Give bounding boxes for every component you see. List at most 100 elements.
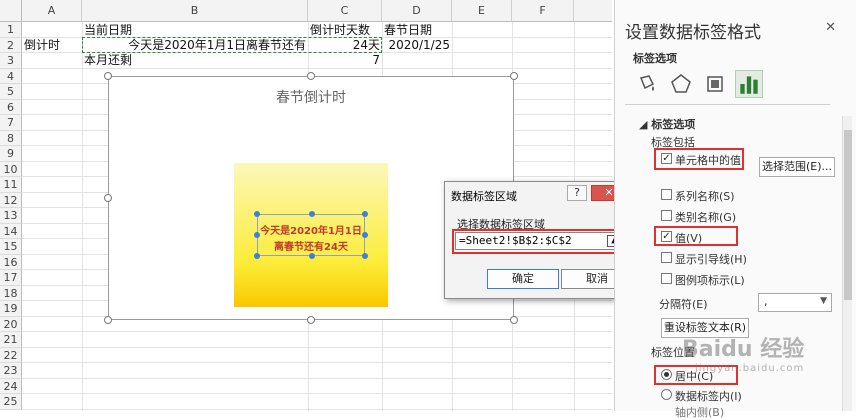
- column-header-c[interactable]: C: [308, 0, 382, 22]
- copy-selection-marquee: [82, 37, 382, 53]
- row-header[interactable]: 1: [0, 22, 22, 38]
- column-header-d[interactable]: D: [382, 0, 452, 22]
- range-input[interactable]: =Sheet2!$B$2:$C$2 ▲: [455, 232, 625, 250]
- row-header[interactable]: 15: [0, 239, 22, 255]
- value-checkbox[interactable]: ✓: [661, 231, 672, 242]
- bar-chart-icon: [740, 76, 758, 94]
- label-options-tab[interactable]: [735, 70, 763, 98]
- chart-resize-handle[interactable]: [307, 316, 315, 324]
- chart-resize-handle[interactable]: [510, 72, 518, 80]
- value-from-cells-checkbox[interactable]: ✓: [661, 153, 672, 164]
- help-icon[interactable]: ?: [567, 185, 587, 201]
- label-handle[interactable]: [309, 211, 315, 217]
- chart-title[interactable]: 春节倒计时: [109, 87, 513, 107]
- row-header[interactable]: 11: [0, 177, 22, 193]
- label-contains-heading: 标签包括: [651, 136, 695, 149]
- row-header[interactable]: 16: [0, 254, 22, 271]
- data-label-line-2: 离春节还有24天: [274, 242, 348, 253]
- cell-a2[interactable]: 倒计时: [24, 38, 60, 53]
- label-handle[interactable]: [362, 253, 368, 259]
- row-header[interactable]: 17: [0, 270, 22, 286]
- row-header[interactable]: 19: [0, 301, 22, 317]
- row-header[interactable]: 21: [0, 332, 22, 348]
- category-name-label: 类别名称(G): [675, 211, 737, 224]
- row-header[interactable]: 2: [0, 37, 22, 54]
- size-properties-icon[interactable]: [703, 72, 727, 96]
- series-name-checkbox[interactable]: [661, 189, 672, 200]
- data-label-line-1: 今天是2020年1月1日: [260, 226, 362, 237]
- label-handle[interactable]: [254, 232, 260, 238]
- cell-d2[interactable]: 2020/1/25: [384, 38, 450, 53]
- row-header[interactable]: 23: [0, 363, 22, 379]
- column-header-g[interactable]: [574, 0, 612, 22]
- pane-close-icon[interactable]: ✕: [825, 20, 836, 35]
- position-center-radio[interactable]: [661, 369, 672, 380]
- leader-lines-checkbox[interactable]: [661, 252, 672, 263]
- legend-key-label: 图例项标示(L): [675, 274, 745, 287]
- category-name-checkbox[interactable]: [661, 210, 672, 221]
- position-inside-base-label: 轴内侧(B): [675, 406, 725, 419]
- column-header-a[interactable]: A: [22, 0, 82, 22]
- row-header[interactable]: 13: [0, 208, 22, 224]
- section-label-options[interactable]: ◢ 标签选项: [639, 116, 695, 132]
- row-header[interactable]: 18: [0, 285, 22, 302]
- label-handle[interactable]: [362, 232, 368, 238]
- legend-key-checkbox[interactable]: [661, 273, 672, 284]
- range-prompt: 选择数据标签区域: [457, 218, 545, 231]
- row-header[interactable]: 24: [0, 378, 22, 395]
- separator-select[interactable]: , ▼: [758, 293, 832, 312]
- row-header[interactable]: 20: [0, 316, 22, 333]
- chart-resize-handle[interactable]: [104, 316, 112, 324]
- label-handle[interactable]: [254, 253, 260, 259]
- row-header[interactable]: 9: [0, 146, 22, 162]
- ok-button[interactable]: 确定: [487, 269, 559, 289]
- chart-resize-handle[interactable]: [104, 72, 112, 80]
- chevron-down-icon: ▼: [820, 296, 827, 306]
- column-header-f[interactable]: F: [512, 0, 574, 22]
- label-handle[interactable]: [309, 253, 315, 259]
- leader-lines-label: 显示引导线(H): [675, 253, 747, 266]
- range-input-value: =Sheet2!$B$2:$C$2: [459, 234, 572, 247]
- cell-b3[interactable]: 本月还剩: [84, 53, 132, 68]
- series-name-label: 系列名称(S): [675, 190, 735, 203]
- value-from-cells-label: 单元格中的值: [675, 154, 741, 167]
- cell-c3[interactable]: 7: [310, 53, 380, 68]
- row-header[interactable]: 25: [0, 394, 22, 410]
- row-header[interactable]: 3: [0, 53, 22, 69]
- effects-icon[interactable]: [669, 72, 693, 96]
- row-header[interactable]: 6: [0, 99, 22, 116]
- separator-label: 分隔符(E): [659, 298, 708, 311]
- separator-value: ,: [764, 295, 768, 308]
- pane-subtitle[interactable]: 标签选项: [633, 50, 677, 66]
- row-header[interactable]: 8: [0, 130, 22, 147]
- column-header-b[interactable]: B: [82, 0, 308, 22]
- cell-b1[interactable]: 当前日期: [84, 23, 132, 38]
- data-label[interactable]: 今天是2020年1月1日 离春节还有24天: [254, 211, 368, 259]
- row-header[interactable]: 4: [0, 68, 22, 85]
- pane-title: 设置数据标签格式: [625, 23, 761, 43]
- cell-c1[interactable]: 倒计时天数: [310, 23, 370, 38]
- select-all-corner[interactable]: [0, 0, 22, 22]
- position-inside-end-radio[interactable]: [661, 389, 672, 400]
- column-header-e[interactable]: E: [452, 0, 512, 22]
- baidu-watermark: Baidu 经验 jingyan.baidu.com: [682, 337, 805, 374]
- label-handle[interactable]: [254, 211, 260, 217]
- pane-scrollbar[interactable]: [842, 116, 852, 411]
- scroll-thumb[interactable]: [844, 130, 852, 300]
- row-header[interactable]: 22: [0, 347, 22, 364]
- collapse-triangle-icon: ◢: [639, 118, 652, 131]
- label-handle[interactable]: [362, 211, 368, 217]
- row-header[interactable]: 14: [0, 223, 22, 240]
- data-label-range-dialog[interactable]: 数据标签区域 ? ✕ 选择数据标签区域 =Sheet2!$B$2:$C$2 ▲ …: [444, 181, 636, 299]
- row-header[interactable]: 10: [0, 161, 22, 178]
- chart-resize-handle[interactable]: [307, 72, 315, 80]
- chart-resize-handle[interactable]: [510, 316, 518, 324]
- row-header[interactable]: 12: [0, 192, 22, 209]
- chart-resize-handle[interactable]: [104, 194, 112, 202]
- cell-d1[interactable]: 春节日期: [384, 23, 432, 38]
- row-header[interactable]: 5: [0, 84, 22, 100]
- select-range-button[interactable]: 选择范围(E)...: [759, 157, 835, 177]
- fill-line-icon[interactable]: [635, 72, 659, 96]
- value-label: 值(V): [675, 232, 703, 245]
- row-header[interactable]: 7: [0, 115, 22, 131]
